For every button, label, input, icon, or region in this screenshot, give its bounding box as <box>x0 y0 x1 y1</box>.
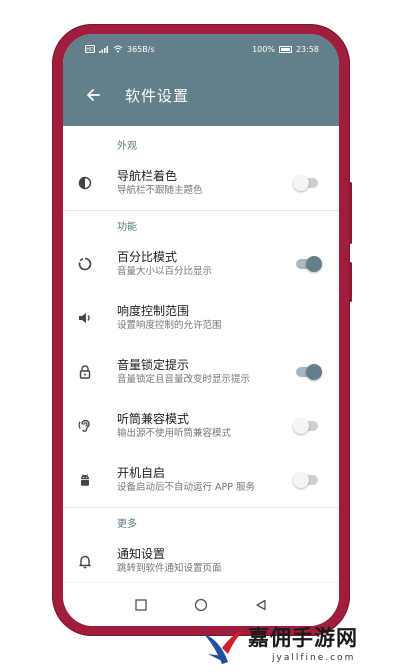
section-header-more: 更多 <box>117 519 137 530</box>
home-button[interactable] <box>193 597 209 613</box>
settings-list: 外观 导航栏着色 导航栏不跟随主题色 功能 百分比模式 音量大小以百分比显示 响… <box>63 126 339 582</box>
percent-mode-toggle[interactable] <box>293 256 322 272</box>
phone-side-button <box>349 182 352 244</box>
page-title: 软件设置 <box>125 86 190 105</box>
watermark-url: jyallfine.com <box>272 653 356 663</box>
ear-icon <box>75 416 95 436</box>
setting-subtitle: 音量锁定且音量改变时显示提示 <box>117 374 251 385</box>
setting-subtitle: 设置响度控制的允许范围 <box>117 320 222 331</box>
battery-percent: 100% <box>252 44 275 54</box>
setting-notifications[interactable]: 通知设置 跳转到软件通知设置页面 <box>63 534 339 582</box>
nav-color-toggle[interactable] <box>293 175 321 191</box>
svg-text:HD: HD <box>86 47 94 53</box>
setting-title: 百分比模式 <box>117 250 178 264</box>
circle-icon <box>194 598 208 611</box>
hd-icon: HD <box>85 45 95 53</box>
speaker-icon <box>75 308 95 328</box>
setting-percent-mode[interactable]: 百分比模式 音量大小以百分比显示 <box>63 237 339 291</box>
triangle-back-icon <box>256 599 266 610</box>
setting-volume-lock[interactable]: 音量锁定提示 音量锁定且音量改变时显示提示 <box>63 345 339 399</box>
setting-earpiece-compat[interactable]: 听筒兼容模式 输出源不使用听筒兼容模式 <box>63 399 339 453</box>
setting-title: 开机自启 <box>117 466 166 480</box>
setting-title: 通知设置 <box>117 547 166 561</box>
earpiece-compat-toggle[interactable] <box>293 418 321 434</box>
section-header-appearance: 外观 <box>117 141 137 152</box>
back-nav-button[interactable] <box>253 597 269 613</box>
setting-loudness-range[interactable]: 响度控制范围 设置响度控制的允许范围 <box>63 291 339 345</box>
setting-title: 导航栏着色 <box>117 169 178 183</box>
lock-icon <box>75 362 95 382</box>
setting-title: 响度控制范围 <box>117 304 190 318</box>
android-icon <box>75 470 95 490</box>
volume-lock-toggle[interactable] <box>293 364 322 380</box>
phone-screen: HD 365B/s 100% 23:58 软件设置 外观 导航栏着色 导航栏不跟… <box>63 34 339 626</box>
watermark: 嘉佣手游网 jyallfine.com <box>200 622 400 672</box>
section-header-features: 功能 <box>117 222 137 233</box>
back-button[interactable] <box>83 85 103 105</box>
status-bar: HD 365B/s 100% 23:58 <box>63 34 339 64</box>
setting-nav-color[interactable]: 导航栏着色 导航栏不跟随主题色 <box>63 156 339 210</box>
setting-subtitle: 跳转到软件通知设置页面 <box>117 563 222 574</box>
watermark-logo <box>204 630 244 664</box>
watermark-text: 嘉佣手游网 <box>248 625 358 650</box>
setting-subtitle: 音量大小以百分比显示 <box>117 266 213 277</box>
arrow-left-icon <box>87 89 100 101</box>
setting-subtitle: 导航栏不跟随主题色 <box>117 185 203 196</box>
setting-title: 音量锁定提示 <box>117 358 190 372</box>
network-speed: 365B/s <box>127 44 155 54</box>
auto-start-toggle[interactable] <box>293 472 321 488</box>
setting-title: 听筒兼容模式 <box>117 412 190 426</box>
signal-icon <box>99 46 108 53</box>
square-icon <box>135 598 147 611</box>
circle-loading-icon <box>75 254 95 274</box>
phone-side-button <box>349 262 352 302</box>
recents-button[interactable] <box>133 597 149 613</box>
setting-subtitle: 设备启动后不自动运行 APP 服务 <box>117 482 255 493</box>
contrast-icon <box>75 173 95 193</box>
status-time: 23:58 <box>295 44 319 54</box>
setting-subtitle: 输出源不使用听筒兼容模式 <box>117 428 232 439</box>
app-bar: 软件设置 <box>63 64 339 126</box>
wifi-icon <box>113 45 123 53</box>
battery-icon <box>278 45 292 53</box>
bell-icon <box>75 551 95 571</box>
setting-auto-start[interactable]: 开机自启 设备启动后不自动运行 APP 服务 <box>63 453 339 507</box>
system-nav-bar <box>63 582 339 626</box>
